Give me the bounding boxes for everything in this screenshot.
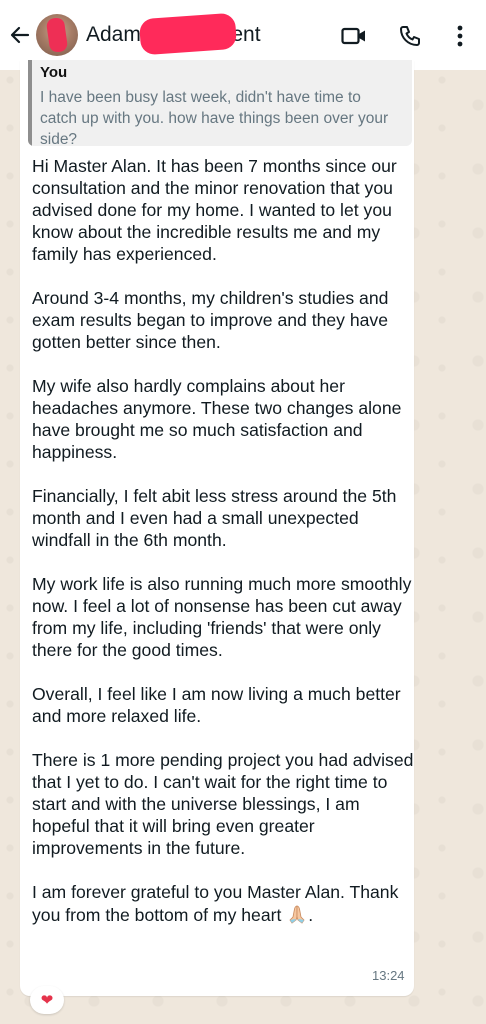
folded-hands-icon [286,903,308,930]
more-vert-icon [457,25,463,47]
video-call-button[interactable] [341,23,367,49]
message-time: 13:24 [372,968,405,983]
message-paragraph: Hi Master Alan. It has been 7 months sin… [32,156,397,264]
quoted-message[interactable]: You I have been busy last week, didn't h… [28,60,412,146]
avatar-redaction [45,16,69,54]
message-paragraph: Around 3-4 months, my children's studies… [32,288,389,352]
voice-call-button[interactable] [397,23,423,49]
phone-icon [400,26,420,46]
message-paragraph: My work life is also running much more s… [32,574,412,660]
message-paragraph: My wife also hardly complains about her … [32,376,402,462]
heart-icon: ❤ [40,992,54,1009]
closing-punct: . [308,905,314,925]
more-options-button[interactable] [447,23,473,49]
message-text: Hi Master Alan. It has been 7 months sin… [32,155,416,930]
message-closing: I am forever grateful to you Master Alan… [32,881,416,930]
quote-text: I have been busy last week, didn't have … [40,89,389,146]
name-redaction [138,12,238,56]
avatar[interactable] [36,14,78,56]
quote-author: You [40,64,68,81]
message-paragraph: I am forever grateful to you Master Alan… [32,882,399,925]
message-paragraph: There is 1 more pending project you had … [32,750,414,858]
contact-name-prefix: Adam [86,23,141,46]
back-button[interactable] [6,21,34,49]
quote-bar [28,60,32,146]
message-paragraph: Financially, I felt abit less stress aro… [32,486,397,550]
reaction-badge[interactable]: ❤ [30,986,64,1014]
message-paragraph: Overall, I feel like I am now living a m… [32,684,401,726]
video-call-icon [341,27,365,45]
arrow-left-icon [10,26,30,44]
